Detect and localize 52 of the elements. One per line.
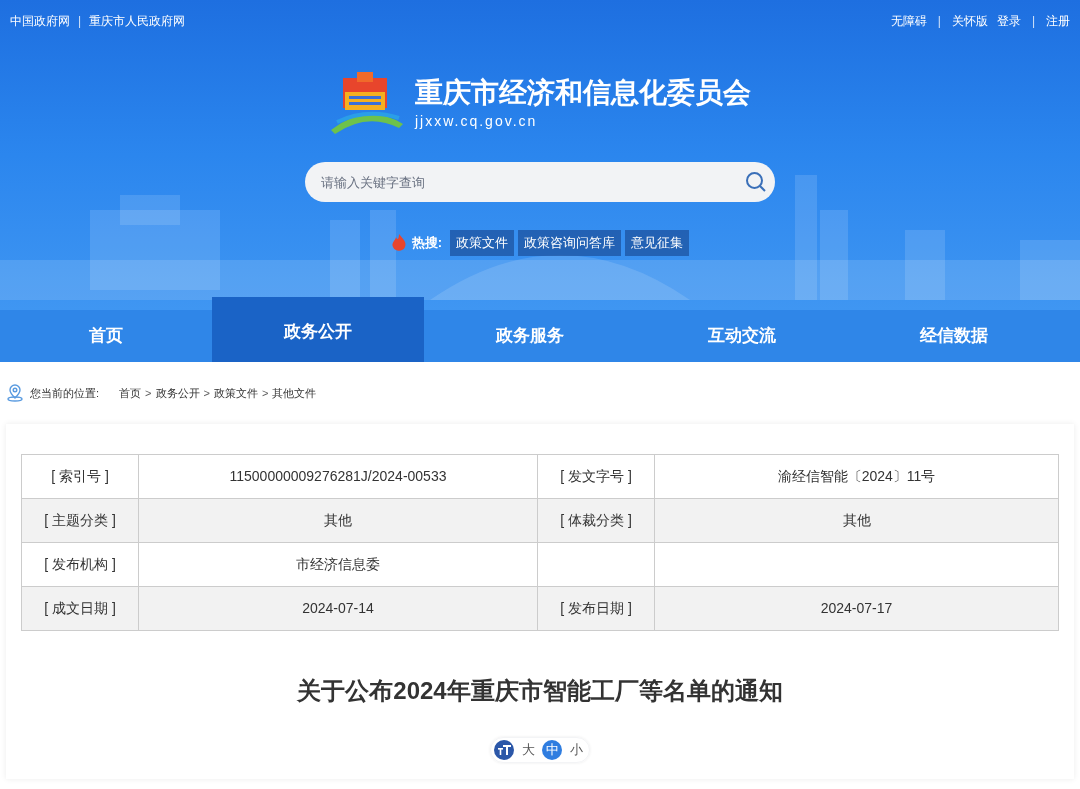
- site-domain: jjxxw.cq.gov.cn: [415, 111, 539, 131]
- breadcrumb-link[interactable]: 其他文件: [272, 384, 317, 402]
- field-value: 2024-07-17: [820, 600, 893, 616]
- search-field[interactable]: 请输入关键字查询: [305, 162, 775, 202]
- hot-search-tag[interactable]: 政策文件: [450, 230, 515, 256]
- logo-icon: [329, 72, 405, 134]
- nav-tab[interactable]: 互动交流: [636, 310, 848, 362]
- hot-search-tag[interactable]: 政策咨询问答库: [518, 230, 622, 256]
- separator: >: [260, 385, 270, 401]
- flame-icon: [390, 233, 407, 252]
- top-link[interactable]: 关怀版: [951, 12, 988, 30]
- top-link[interactable]: 注册: [1046, 12, 1070, 30]
- field-value: 2024-07-14: [302, 600, 374, 616]
- field-label: [ 发文字号 ]: [560, 468, 632, 484]
- article-title: 关于公布2024年重庆市智能工厂等名单的通知: [296, 676, 784, 706]
- top-link[interactable]: 登录: [996, 12, 1021, 30]
- field-value: 其他: [842, 512, 871, 528]
- breadcrumb-link[interactable]: 政策文件: [213, 384, 258, 402]
- nav-tab[interactable]: 首页: [0, 310, 212, 362]
- breadcrumb-label: 您当前的位置:: [30, 385, 100, 401]
- font-size-icon: [494, 740, 514, 760]
- search-icon[interactable]: [745, 171, 767, 193]
- nav-tab[interactable]: 经信数据: [848, 310, 1060, 362]
- font-size-option[interactable]: 大: [518, 740, 538, 760]
- top-link[interactable]: 中国政府网: [10, 12, 70, 30]
- field-value: 渝经信智能〔2024〕11号: [777, 468, 936, 484]
- separator: |: [936, 13, 942, 30]
- breadcrumb-link[interactable]: 首页: [119, 384, 142, 402]
- top-link[interactable]: 重庆市人民政府网: [89, 12, 186, 30]
- location-pin-icon: [6, 384, 24, 402]
- nav-tab[interactable]: 政务公开: [212, 297, 424, 362]
- hot-search-label: 热搜:: [411, 234, 443, 252]
- site-title: 重庆市经济和信息化委员会: [415, 75, 751, 110]
- field-label: [ 成文日期 ]: [44, 600, 116, 616]
- nav-tab[interactable]: 政务服务: [424, 310, 636, 362]
- hot-search-tag[interactable]: 意见征集: [625, 230, 690, 256]
- field-label: [ 索引号 ]: [51, 468, 109, 484]
- field-value: 其他: [324, 512, 352, 528]
- breadcrumb-link[interactable]: 政务公开: [155, 384, 200, 402]
- font-size-option[interactable]: 小: [566, 740, 586, 760]
- field-label: [ 主题分类 ]: [44, 512, 116, 528]
- field-label: [ 发布日期 ]: [560, 600, 632, 616]
- field-value: 市经济信息委: [296, 556, 380, 572]
- separator: >: [144, 385, 153, 401]
- separator: |: [77, 13, 83, 30]
- separator: >: [202, 385, 211, 401]
- separator: |: [1030, 13, 1036, 30]
- field-value: 11500000009276281J/2024-00533: [229, 468, 447, 484]
- top-link[interactable]: 无障碍: [890, 12, 927, 30]
- field-label: [ 体裁分类 ]: [560, 512, 632, 528]
- field-label: [ 发布机构 ]: [44, 556, 116, 572]
- font-size-option[interactable]: 中: [542, 740, 562, 760]
